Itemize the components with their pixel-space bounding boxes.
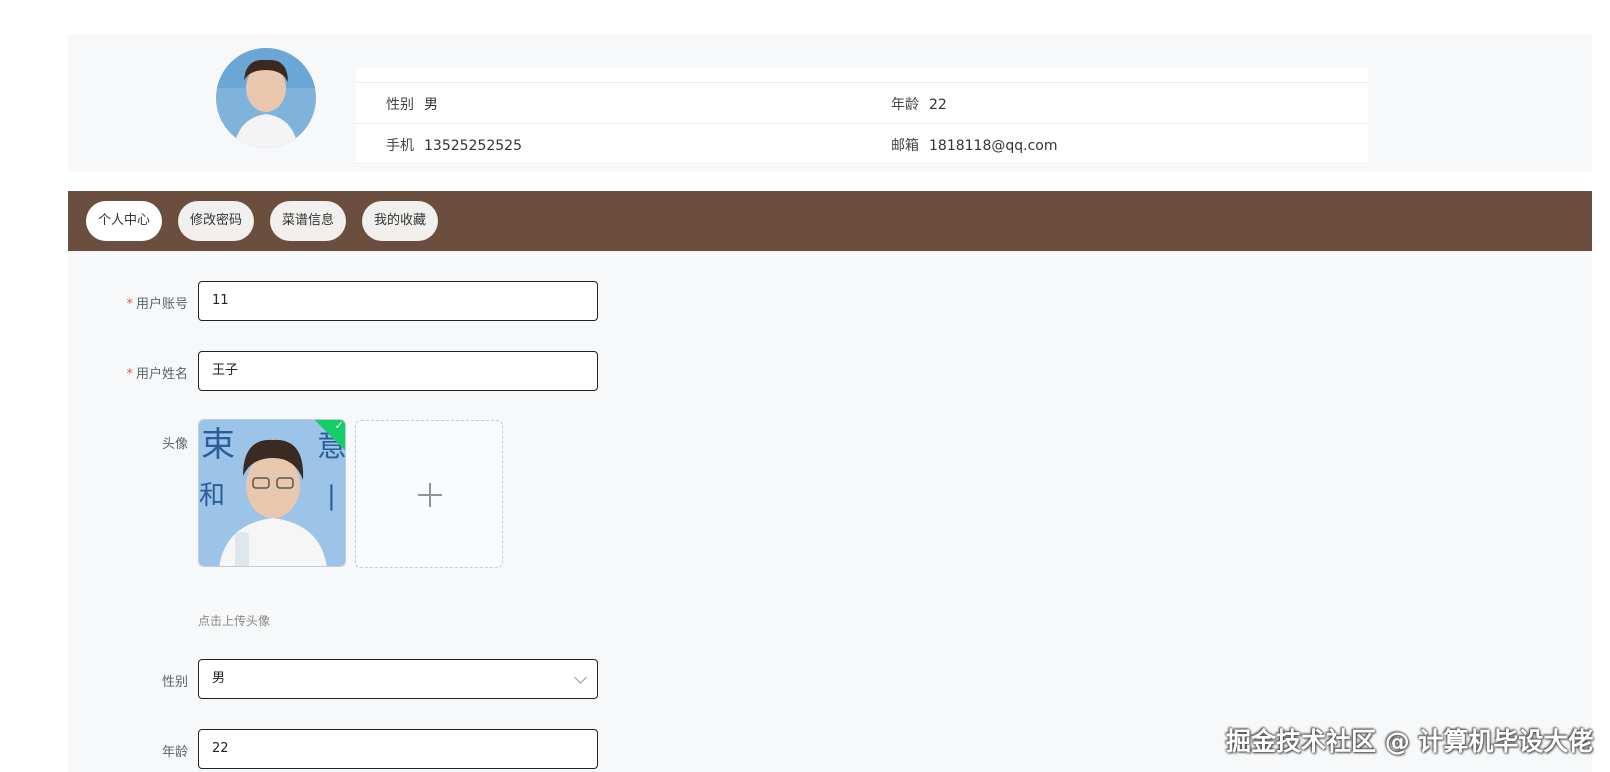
age-input[interactable]: 22 bbox=[198, 729, 598, 769]
profile-card: 性别男 年龄 22 手机 13525252525 邮箱 1818118@qq.com bbox=[68, 34, 1592, 172]
profile-phone-value: 13525252525 bbox=[424, 138, 522, 154]
tab-personal-center[interactable]: 个人中心 bbox=[86, 201, 162, 241]
tab-change-password[interactable]: 修改密码 bbox=[178, 201, 254, 241]
profile-age: 年龄 22 bbox=[891, 94, 947, 114]
watermark: 掘金技术社区 @ 计算机毕设大佬 bbox=[1226, 727, 1594, 756]
name-label: * 用户姓名 bbox=[126, 367, 188, 382]
avatar-thumbnail[interactable]: 束 意 和 | ✓ bbox=[198, 419, 346, 567]
profile-email-value: 1818118@qq.com bbox=[929, 138, 1058, 154]
required-mark: * bbox=[126, 297, 133, 312]
profile-age-value: 22 bbox=[929, 97, 947, 113]
profile-info-row: 手机 13525252525 邮箱 1818118@qq.com bbox=[356, 123, 1368, 164]
name-input[interactable]: 王子 bbox=[198, 351, 598, 391]
svg-text:束: 束 bbox=[201, 425, 235, 465]
profile-phone: 手机 13525252525 bbox=[386, 135, 522, 155]
account-input[interactable]: 11 bbox=[198, 281, 598, 321]
profile-form: * 用户账号 11 * 用户姓名 王子 头像 束 意 和 | ✓ 点击上传头像 性别… bbox=[68, 251, 1592, 772]
gender-label: 性别 bbox=[161, 675, 188, 690]
tab-bar: 个人中心 修改密码 菜谱信息 我的收藏 bbox=[68, 191, 1592, 251]
upload-tip: 点击上传头像 bbox=[198, 614, 271, 628]
profile-avatar bbox=[216, 48, 316, 148]
chevron-down-icon bbox=[574, 671, 587, 684]
age-label: 年龄 bbox=[161, 745, 188, 760]
svg-text:和: 和 bbox=[199, 481, 225, 511]
profile-gender: 性别男 bbox=[386, 94, 438, 114]
account-label: * 用户账号 bbox=[126, 297, 188, 312]
profile-info-table: 性别男 年龄 22 手机 13525252525 邮箱 1818118@qq.com bbox=[356, 68, 1368, 165]
tab-recipe-info[interactable]: 菜谱信息 bbox=[270, 201, 346, 241]
required-mark: * bbox=[126, 367, 133, 382]
profile-email-label: 邮箱 bbox=[891, 138, 919, 154]
tab-my-favorites[interactable]: 我的收藏 bbox=[362, 201, 438, 241]
profile-email: 邮箱 1818118@qq.com bbox=[891, 135, 1057, 155]
profile-gender-label: 性别 bbox=[386, 97, 414, 113]
avatar-upload-button[interactable] bbox=[355, 420, 503, 568]
avatar-label: 头像 bbox=[161, 437, 188, 452]
svg-text:|: | bbox=[327, 481, 336, 511]
profile-gender-value: 男 bbox=[424, 97, 438, 113]
profile-info-row: 性别男 年龄 22 bbox=[356, 82, 1368, 123]
gender-select-value: 男 bbox=[212, 671, 226, 686]
gender-select[interactable]: 男 bbox=[198, 659, 598, 699]
profile-age-label: 年龄 bbox=[891, 97, 919, 113]
profile-phone-label: 手机 bbox=[386, 138, 414, 154]
